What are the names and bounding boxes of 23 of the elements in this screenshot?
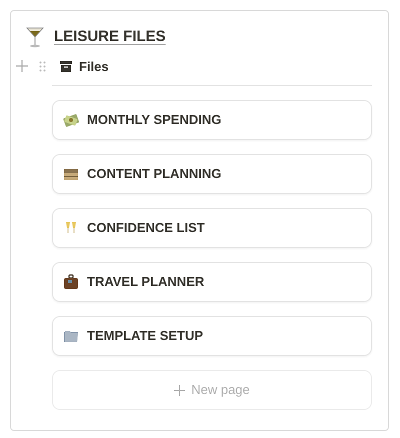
plus-icon: [174, 384, 186, 396]
page-card[interactable]: MONTHLY SPENDING: [52, 100, 372, 140]
archive-box-icon: [60, 60, 72, 72]
page-card[interactable]: CONFIDENCE LIST: [52, 208, 372, 248]
page-card[interactable]: CONTENT PLANNING: [52, 154, 372, 194]
view-label[interactable]: Files: [79, 56, 109, 76]
box-icon: [63, 166, 79, 182]
new-page-label: New page: [191, 381, 250, 400]
cocktail-glass-icon: [26, 26, 44, 48]
card-title: TRAVEL PLANNER: [87, 273, 204, 292]
card-title: TEMPLATE SETUP: [87, 327, 204, 346]
card-title: CONTENT PLANNING: [87, 165, 222, 184]
page-card[interactable]: TRAVEL PLANNER: [52, 262, 372, 302]
champagne-glasses-icon: [63, 220, 79, 236]
drag-handle-icon[interactable]: [39, 60, 46, 72]
card-title: CONFIDENCE LIST: [87, 219, 205, 238]
suitcase-icon: [63, 274, 79, 290]
banknotes-icon: [63, 112, 79, 128]
plus-icon[interactable]: [16, 60, 28, 72]
page-title-link[interactable]: LEISURE FILES: [54, 26, 166, 48]
page-card[interactable]: TEMPLATE SETUP: [52, 316, 372, 356]
card-title: MONTHLY SPENDING: [87, 111, 222, 130]
folder-icon: [63, 328, 79, 344]
